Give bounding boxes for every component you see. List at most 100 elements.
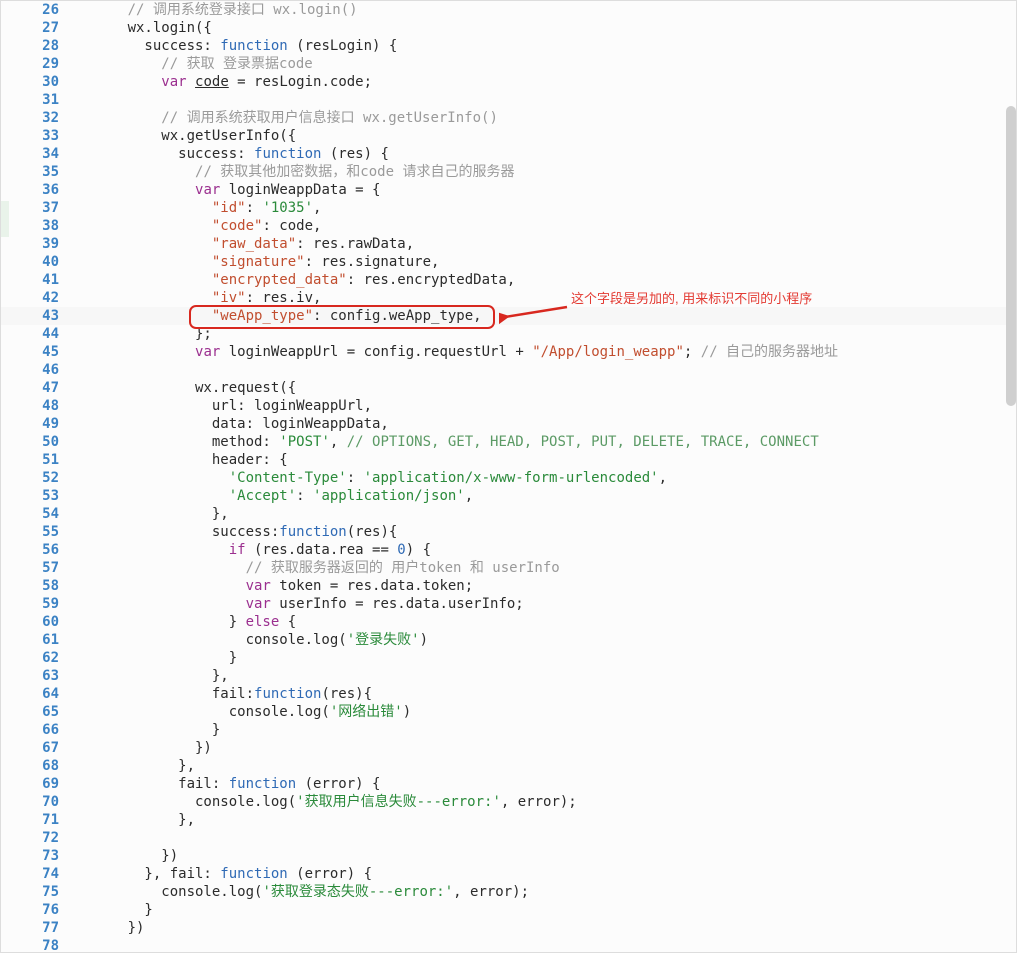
code-line[interactable]: 60 } else {: [1, 613, 1016, 631]
code-line[interactable]: 44 };: [1, 325, 1016, 343]
line-source[interactable]: }, fail: function (error) {: [77, 865, 372, 883]
line-source[interactable]: "code": code,: [77, 217, 321, 235]
code-line[interactable]: 77 }): [1, 919, 1016, 937]
code-line[interactable]: 55 success:function(res){: [1, 523, 1016, 541]
line-source[interactable]: var userInfo = res.data.userInfo;: [77, 595, 524, 613]
code-line[interactable]: 58 var token = res.data.token;: [1, 577, 1016, 595]
code-line[interactable]: 30 var code = resLogin.code;: [1, 73, 1016, 91]
line-source[interactable]: // 调用系统获取用户信息接口 wx.getUserInfo(): [77, 109, 498, 127]
code-line[interactable]: 31: [1, 91, 1016, 109]
line-source[interactable]: url: loginWeappUrl,: [77, 397, 372, 415]
line-source[interactable]: if (res.data.rea == 0) {: [77, 541, 431, 559]
line-source[interactable]: "iv": res.iv,: [77, 289, 321, 307]
code-line[interactable]: 48 url: loginWeappUrl,: [1, 397, 1016, 415]
line-source[interactable]: }): [77, 919, 144, 937]
code-line[interactable]: 56 if (res.data.rea == 0) {: [1, 541, 1016, 559]
line-source[interactable]: console.log('获取登录态失败---error:', error);: [77, 883, 529, 901]
line-source[interactable]: }: [77, 649, 237, 667]
code-line[interactable]: 49 data: loginWeappData,: [1, 415, 1016, 433]
code-line[interactable]: 76 }: [1, 901, 1016, 919]
line-source[interactable]: wx.getUserInfo({: [77, 127, 296, 145]
line-source[interactable]: // 获取其他加密数据，和code 请求自己的服务器: [77, 163, 514, 181]
code-line[interactable]: 62 }: [1, 649, 1016, 667]
line-source[interactable]: },: [77, 811, 195, 829]
line-source[interactable]: wx.request({: [77, 379, 296, 397]
line-source[interactable]: wx.login({: [77, 19, 212, 37]
line-source[interactable]: success:function(res){: [77, 523, 397, 541]
line-source[interactable]: "signature": res.signature,: [77, 253, 439, 271]
line-source[interactable]: }): [77, 847, 178, 865]
line-source[interactable]: // 获取服务器返回的 用户token 和 userInfo: [77, 559, 560, 577]
code-line[interactable]: 28 success: function (resLogin) {: [1, 37, 1016, 55]
code-line[interactable]: 42 "iv": res.iv,: [1, 289, 1016, 307]
code-line[interactable]: 69 fail: function (error) {: [1, 775, 1016, 793]
line-source[interactable]: data: loginWeappData,: [77, 415, 389, 433]
line-source[interactable]: "encrypted_data": res.encryptedData,: [77, 271, 515, 289]
line-source[interactable]: console.log('网络出错'): [77, 703, 411, 721]
code-line[interactable]: 36 var loginWeappData = {: [1, 181, 1016, 199]
line-source[interactable]: 'Accept': 'application/json',: [77, 487, 473, 505]
code-line[interactable]: 57 // 获取服务器返回的 用户token 和 userInfo: [1, 559, 1016, 577]
code-line[interactable]: 72: [1, 829, 1016, 847]
line-source[interactable]: },: [77, 667, 229, 685]
code-line[interactable]: 78: [1, 937, 1016, 953]
code-line[interactable]: 39 "raw_data": res.rawData,: [1, 235, 1016, 253]
code-line[interactable]: 45 var loginWeappUrl = config.requestUrl…: [1, 343, 1016, 361]
code-line[interactable]: 71 },: [1, 811, 1016, 829]
code-line[interactable]: 47 wx.request({: [1, 379, 1016, 397]
code-line[interactable]: 35 // 获取其他加密数据，和code 请求自己的服务器: [1, 163, 1016, 181]
line-source[interactable]: var token = res.data.token;: [77, 577, 473, 595]
line-source[interactable]: fail: function (error) {: [77, 775, 380, 793]
code-line[interactable]: 68 },: [1, 757, 1016, 775]
code-line[interactable]: 67 }): [1, 739, 1016, 757]
code-line[interactable]: 32 // 调用系统获取用户信息接口 wx.getUserInfo(): [1, 109, 1016, 127]
line-source[interactable]: }: [77, 901, 153, 919]
code-line[interactable]: 54 },: [1, 505, 1016, 523]
line-source[interactable]: success: function (resLogin) {: [77, 37, 397, 55]
scrollbar-vertical[interactable]: [1006, 106, 1016, 406]
line-source[interactable]: },: [77, 505, 229, 523]
code-line[interactable]: 53 'Accept': 'application/json',: [1, 487, 1016, 505]
code-line[interactable]: 59 var userInfo = res.data.userInfo;: [1, 595, 1016, 613]
line-source[interactable]: console.log('获取用户信息失败---error:', error);: [77, 793, 577, 811]
line-source[interactable]: fail:function(res){: [77, 685, 372, 703]
code-line[interactable]: 43 "weApp_type": config.weApp_type,: [1, 307, 1016, 325]
code-area[interactable]: 26 // 调用系统登录接口 wx.login()27 wx.login({28…: [1, 1, 1016, 953]
code-line[interactable]: 27 wx.login({: [1, 19, 1016, 37]
line-source[interactable]: }): [77, 739, 212, 757]
code-line[interactable]: 34 success: function (res) {: [1, 145, 1016, 163]
code-line[interactable]: 75 console.log('获取登录态失败---error:', error…: [1, 883, 1016, 901]
line-source[interactable]: "id": '1035',: [77, 199, 321, 217]
code-line[interactable]: 74 }, fail: function (error) {: [1, 865, 1016, 883]
line-source[interactable]: success: function (res) {: [77, 145, 389, 163]
line-source[interactable]: method: 'POST', // OPTIONS, GET, HEAD, P…: [77, 433, 819, 451]
line-source[interactable]: };: [77, 325, 212, 343]
code-line[interactable]: 33 wx.getUserInfo({: [1, 127, 1016, 145]
line-source[interactable]: header: {: [77, 451, 288, 469]
code-line[interactable]: 40 "signature": res.signature,: [1, 253, 1016, 271]
code-line[interactable]: 41 "encrypted_data": res.encryptedData,: [1, 271, 1016, 289]
code-line[interactable]: 73 }): [1, 847, 1016, 865]
code-line[interactable]: 64 fail:function(res){: [1, 685, 1016, 703]
line-source[interactable]: },: [77, 757, 195, 775]
scrollbar-thumb[interactable]: [1006, 106, 1016, 406]
code-line[interactable]: 29 // 获取 登录票据code: [1, 55, 1016, 73]
line-source[interactable]: var code = resLogin.code;: [77, 73, 372, 91]
code-line[interactable]: 26 // 调用系统登录接口 wx.login(): [1, 1, 1016, 19]
line-source[interactable]: }: [77, 721, 220, 739]
code-line[interactable]: 61 console.log('登录失败'): [1, 631, 1016, 649]
code-line[interactable]: 38 "code": code,: [1, 217, 1016, 235]
line-source[interactable]: } else {: [77, 613, 296, 631]
line-source[interactable]: console.log('登录失败'): [77, 631, 428, 649]
code-line[interactable]: 52 'Content-Type': 'application/x-www-fo…: [1, 469, 1016, 487]
code-line[interactable]: 37 "id": '1035',: [1, 199, 1016, 217]
code-line[interactable]: 65 console.log('网络出错'): [1, 703, 1016, 721]
line-source[interactable]: 'Content-Type': 'application/x-www-form-…: [77, 469, 667, 487]
code-line[interactable]: 66 }: [1, 721, 1016, 739]
line-source[interactable]: var loginWeappData = {: [77, 181, 380, 199]
line-source[interactable]: "raw_data": res.rawData,: [77, 235, 414, 253]
code-line[interactable]: 50 method: 'POST', // OPTIONS, GET, HEAD…: [1, 433, 1016, 451]
line-source[interactable]: // 调用系统登录接口 wx.login(): [77, 1, 358, 19]
line-source[interactable]: var loginWeappUrl = config.requestUrl + …: [77, 343, 838, 361]
line-source[interactable]: "weApp_type": config.weApp_type,: [77, 307, 482, 325]
